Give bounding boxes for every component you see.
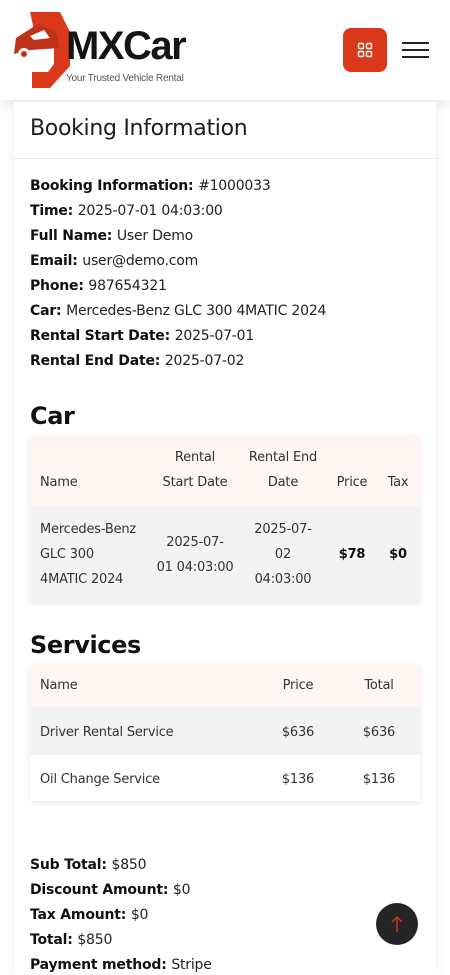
service-price: $636 [281, 725, 315, 740]
info-phone: Phone: 987654321 [30, 278, 167, 294]
car-name-line-3: 4MATIC 2024 [40, 572, 124, 587]
total-amount: Total: $850 [30, 932, 113, 948]
info-time: Time: 2025-07-01 04:03:00 [30, 203, 223, 219]
car-name-line-1: Mercedes-Benz [40, 522, 137, 537]
info-rental-end: Rental End Date: 2025-07-02 [30, 353, 245, 369]
page-title: Booking Information [30, 116, 248, 141]
info-full-name: Full Name: User Demo [30, 228, 194, 244]
col-end-header-2: Date [267, 475, 299, 490]
brand-logo[interactable]: MXCar Your Trusted Vehicle Rental [10, 10, 200, 92]
car-section-title: Car [30, 402, 75, 430]
col-tax-header: Tax [387, 475, 409, 490]
tax-amount: Tax Amount: $0 [30, 907, 149, 923]
brand-tagline: Your Trusted Vehicle Rental [66, 73, 184, 84]
service-name: Driver Rental Service [40, 725, 174, 740]
car-start-line-1: 2025-07- [166, 535, 224, 550]
grid-icon [357, 42, 373, 58]
info-booking-id: Booking Information: #1000033 [30, 178, 271, 194]
col-end-header-1: Rental End [248, 450, 318, 465]
car-name-line-2: GLC 300 [40, 547, 94, 562]
service-total: $136 [362, 772, 396, 787]
col-start-header-1: Rental [174, 450, 216, 465]
car-price: $78 [338, 547, 366, 562]
services-section-title: Services [30, 631, 141, 659]
site-header: MXCar Your Trusted Vehicle Rental [0, 0, 450, 100]
services-table: Name Price Total Driver Rental Service $… [30, 665, 420, 801]
car-end-line-2: 02 [274, 547, 292, 562]
divider [14, 158, 436, 159]
service-price: $136 [281, 772, 315, 787]
booking-card: Booking Information Booking Information:… [14, 102, 436, 975]
info-email: Email: user@demo.com [30, 253, 199, 269]
info-car: Car: Mercedes-Benz GLC 300 4MATIC 2024 [30, 303, 327, 319]
arrow-up-icon [391, 916, 403, 932]
car-logo-icon [14, 12, 70, 88]
hamburger-icon[interactable] [402, 40, 430, 60]
car-tax: $0 [389, 547, 407, 562]
car-end-line-3: 04:03:00 [254, 572, 312, 587]
scroll-to-top-button[interactable] [376, 903, 418, 945]
col-name-header: Name [40, 475, 78, 490]
col-price-header: Price [282, 678, 314, 693]
grid-menu-button[interactable] [343, 28, 387, 72]
col-name-header: Name [40, 678, 78, 693]
discount-amount: Discount Amount: $0 [30, 882, 191, 898]
car-start-line-2: 01 04:03:00 [156, 560, 234, 575]
service-name: Oil Change Service [40, 772, 160, 787]
sub-total: Sub Total: $850 [30, 857, 147, 873]
car-table: Name Rental Start Date Rental End Date P… [30, 436, 420, 602]
col-total-header: Total [364, 678, 394, 693]
col-price-header: Price [336, 475, 368, 490]
info-rental-start: Rental Start Date: 2025-07-01 [30, 328, 255, 344]
col-start-header-2: Start Date [162, 475, 228, 490]
car-end-line-1: 2025-07- [254, 522, 312, 537]
brand-name: MXCar [66, 24, 187, 68]
service-total: $636 [362, 725, 396, 740]
payment-method: Payment method: Stripe [30, 957, 212, 973]
